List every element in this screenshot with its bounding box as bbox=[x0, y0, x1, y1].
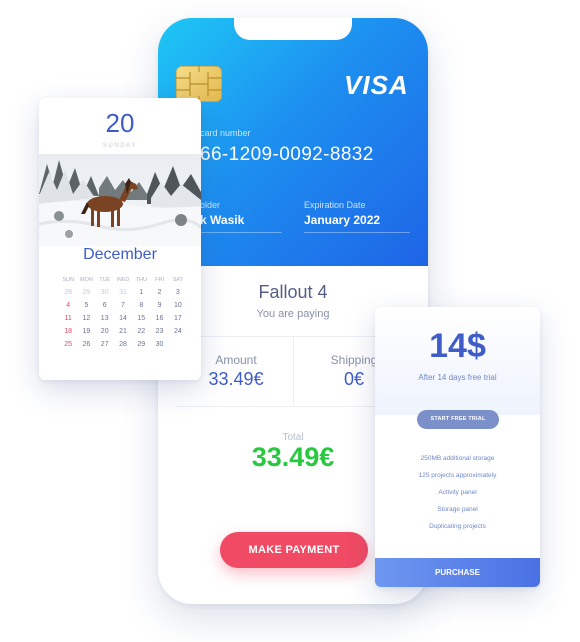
calendar-date[interactable]: 25 bbox=[59, 340, 77, 350]
start-free-trial-button[interactable]: START FREE TRIAL bbox=[417, 410, 499, 429]
calendar-date[interactable]: 20 bbox=[96, 327, 114, 337]
calendar-date[interactable]: 29 bbox=[132, 340, 150, 350]
weekday-header: THU bbox=[135, 277, 147, 283]
card-number-label: card number bbox=[200, 128, 251, 138]
feature-item: 250MB additional storage bbox=[420, 455, 495, 462]
calendar-date[interactable]: 6 bbox=[96, 301, 114, 311]
calendar-date[interactable]: 26 bbox=[77, 340, 95, 350]
calendar-date[interactable]: 5 bbox=[77, 301, 95, 311]
calendar-date[interactable]: 4 bbox=[59, 301, 77, 311]
weekday-header: WED bbox=[116, 277, 130, 283]
price-subtitle: After 14 days free trial bbox=[418, 373, 497, 382]
calendar-date[interactable]: 15 bbox=[132, 314, 150, 324]
weekday-header: SUN bbox=[62, 277, 74, 283]
feature-item: Duplicating projects bbox=[429, 523, 486, 530]
card-holder: k Wasik bbox=[200, 213, 245, 227]
calendar-date[interactable]: 14 bbox=[114, 314, 132, 324]
calendar-date[interactable]: 8 bbox=[132, 301, 150, 311]
calendar-date[interactable]: 28 bbox=[114, 340, 132, 350]
calendar-date[interactable] bbox=[169, 340, 187, 350]
feature-item: Storage panel bbox=[437, 506, 478, 513]
weekday-header: FRI bbox=[155, 277, 164, 283]
price-value: 14$ bbox=[429, 327, 486, 365]
calendar-weekday: SUNDAY bbox=[102, 143, 138, 149]
calendar-date[interactable]: 13 bbox=[96, 314, 114, 324]
calendar-date[interactable]: 22 bbox=[132, 327, 150, 337]
feature-item: 125 projects approximately bbox=[418, 472, 497, 479]
calendar-date[interactable]: 27 bbox=[96, 340, 114, 350]
calendar-date[interactable]: 28 bbox=[59, 288, 77, 298]
calendar-date[interactable]: 31 bbox=[114, 288, 132, 298]
calendar-date[interactable]: 11 bbox=[59, 314, 77, 324]
card-holder-underline bbox=[200, 232, 282, 233]
card-expiry-label: Expiration Date bbox=[304, 200, 366, 210]
calendar-day-number: 20 bbox=[105, 108, 135, 138]
calendar-date[interactable]: 7 bbox=[114, 301, 132, 311]
calendar-date[interactable]: 17 bbox=[169, 314, 187, 324]
calendar-date[interactable]: 24 bbox=[169, 327, 187, 337]
make-payment-button[interactable]: MAKE PAYMENT bbox=[220, 532, 368, 568]
horse-snow-photo bbox=[39, 154, 201, 246]
calendar-date[interactable]: 1 bbox=[132, 288, 150, 298]
calendar-date[interactable]: 29 bbox=[77, 288, 95, 298]
calendar-date[interactable]: 10 bbox=[169, 301, 187, 311]
purchase-button[interactable]: PURCHASE bbox=[375, 558, 540, 587]
pricing-card: 14$ After 14 days free trial START FREE … bbox=[375, 307, 540, 587]
feature-item: Activity panel bbox=[438, 489, 477, 496]
calendar-date[interactable]: 9 bbox=[150, 301, 168, 311]
calendar-card: 20 SUNDAY December SUN MON TUE WED THU F… bbox=[39, 98, 201, 380]
card-expiry-underline bbox=[304, 232, 410, 233]
calendar-date[interactable]: 16 bbox=[150, 314, 168, 324]
card-expiry: January 2022 bbox=[304, 213, 381, 227]
calendar-date[interactable]: 3 bbox=[169, 288, 187, 298]
calendar-date[interactable]: 18 bbox=[59, 327, 77, 337]
weekday-header: SAT bbox=[172, 277, 183, 283]
calendar-grid: SUN MON TUE WED THU FRI SAT 28 29 30 31 … bbox=[59, 275, 187, 350]
weekday-header: MON bbox=[80, 277, 93, 283]
card-holder-label: older bbox=[200, 200, 221, 210]
calendar-date[interactable]: 12 bbox=[77, 314, 95, 324]
calendar-month: December bbox=[83, 246, 157, 263]
card-number: 66-1209-0092-8832 bbox=[200, 144, 374, 165]
weekday-header: TUE bbox=[99, 277, 111, 283]
calendar-date[interactable]: 2 bbox=[150, 288, 168, 298]
chip-icon bbox=[176, 66, 222, 102]
calendar-date[interactable]: 30 bbox=[150, 340, 168, 350]
visa-logo: VISA bbox=[344, 70, 409, 100]
calendar-date[interactable]: 21 bbox=[114, 327, 132, 337]
calendar-date[interactable]: 30 bbox=[96, 288, 114, 298]
phone-notch bbox=[234, 18, 352, 40]
calendar-date[interactable]: 23 bbox=[150, 327, 168, 337]
calendar-date[interactable]: 19 bbox=[77, 327, 95, 337]
